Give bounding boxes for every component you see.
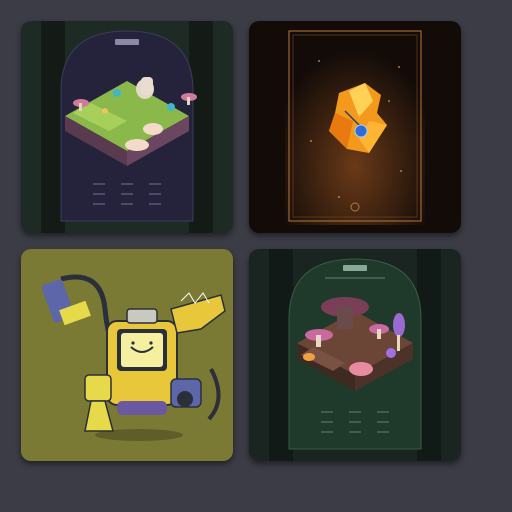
artwork-card-floating-islands[interactable] bbox=[21, 21, 233, 233]
yellow-robot-artwork bbox=[21, 249, 233, 461]
artwork-card-amber-crystal[interactable] bbox=[249, 21, 461, 233]
artwork-card-mushroom-village[interactable] bbox=[249, 249, 461, 461]
artwork-card-yellow-robot[interactable] bbox=[21, 249, 233, 461]
amber-crystal-artwork bbox=[249, 21, 461, 233]
mushroom-village-artwork bbox=[249, 249, 461, 461]
floating-islands-artwork bbox=[21, 21, 233, 233]
